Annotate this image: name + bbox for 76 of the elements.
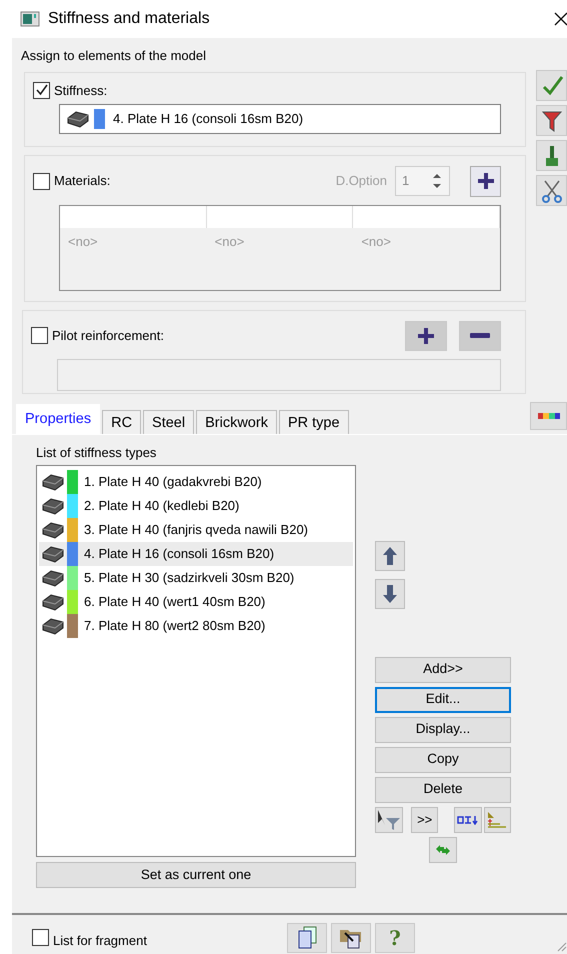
tab[interactable]: Steel: [143, 410, 194, 434]
close-icon[interactable]: [553, 11, 567, 27]
copy-button[interactable]: [286, 922, 327, 952]
stiffness-label: Stiffness:: [54, 82, 108, 100]
resize-grip-icon: [555, 940, 567, 952]
plate-icon: [41, 472, 65, 492]
up-arrow-icon: [382, 546, 398, 566]
plus-icon: [476, 171, 496, 191]
table-cell: <no>: [214, 234, 244, 248]
materials-label: Materials:: [54, 172, 110, 190]
documents-icon: [296, 926, 318, 950]
action-button[interactable]: Copy: [375, 746, 511, 772]
column-arrow-icon: [456, 814, 479, 824]
stiffness-field[interactable]: 4. Plate H 16 (consoli 16sm B20): [59, 104, 501, 134]
table-cell: <no>: [361, 234, 391, 248]
list-item[interactable]: 4. Plate H 16 (consoli 16sm B20): [39, 542, 353, 566]
table-tool-button[interactable]: [454, 806, 482, 832]
list-item[interactable]: 7. Plate H 80 (wert2 80sm B20): [39, 614, 353, 638]
table-cell: <no>: [68, 234, 98, 248]
plate-icon: [41, 544, 65, 564]
add-button[interactable]: [470, 166, 501, 196]
checkbox[interactable]: [33, 172, 50, 190]
tab[interactable]: Properties: [16, 404, 100, 434]
select-filter-button[interactable]: [375, 806, 403, 832]
list-item[interactable]: 1. Plate H 40 (gadakvrebi B20): [39, 470, 353, 494]
plate-icon: [66, 109, 90, 129]
fragment-label: List for fragment: [53, 932, 147, 950]
plate-icon: [41, 616, 65, 636]
list-item[interactable]: 5. Plate H 30 (sadzirkveli 30sm B20): [39, 566, 353, 590]
add-button[interactable]: [405, 320, 447, 350]
plate-icon: [41, 568, 65, 588]
import-button[interactable]: [330, 922, 371, 952]
list-title: List of stiffness types: [36, 444, 156, 462]
action-button[interactable]: Edit...: [375, 686, 511, 712]
action-button[interactable]: Add>>: [375, 656, 511, 682]
more-button[interactable]: >>: [411, 806, 438, 832]
checkbox[interactable]: [31, 327, 48, 344]
scissors-icon: [540, 178, 562, 202]
checkbox[interactable]: [32, 929, 49, 946]
steps-chart-button[interactable]: [484, 806, 511, 832]
plate-icon: [41, 520, 65, 540]
scissors-button[interactable]: [536, 175, 567, 206]
plate-icon: [41, 592, 65, 612]
help-button[interactable]: ?: [374, 922, 415, 952]
move-down-button[interactable]: [375, 578, 405, 608]
window-icon: [20, 11, 40, 27]
move-up-button[interactable]: [375, 540, 405, 570]
filter-icon: [540, 108, 562, 132]
remove-button[interactable]: [459, 320, 501, 350]
filter-button[interactable]: [536, 105, 567, 136]
list-item[interactable]: 6. Plate H 40 (wert1 40sm B20): [39, 590, 353, 614]
pilot-label: Pilot reinforcement:: [52, 326, 164, 345]
action-button[interactable]: Delete: [375, 776, 511, 802]
swap-button[interactable]: [429, 836, 457, 862]
brush-button[interactable]: [536, 140, 567, 171]
action-button[interactable]: Display...: [375, 716, 511, 742]
steps-icon: [486, 810, 508, 830]
plus-icon: [416, 326, 436, 346]
window-title: Stiffness and materials: [48, 9, 210, 29]
color-bar-icon: [538, 412, 560, 418]
down-arrow-icon: [382, 584, 398, 604]
plate-icon: [41, 496, 65, 516]
tab[interactable]: RC: [102, 410, 142, 434]
list-item[interactable]: 2. Plate H 40 (kedlebi B20): [39, 494, 353, 518]
minus-icon: [469, 332, 491, 340]
color-bar-button[interactable]: [530, 402, 567, 430]
tab[interactable]: PR type: [278, 410, 349, 434]
set-current-button[interactable]: Set as current one: [36, 862, 356, 888]
field-value: 4. Plate H 16 (consoli 16sm B20): [113, 110, 304, 128]
cursor-filter-icon: [376, 808, 402, 830]
checkbox[interactable]: [33, 82, 50, 99]
option-label: D.Option: [336, 172, 387, 190]
list-item[interactable]: 3. Plate H 40 (fanjris qveda nawili B20): [39, 518, 353, 542]
apply-button[interactable]: [536, 70, 567, 101]
tab[interactable]: Brickwork: [196, 410, 277, 434]
section-label: Assign to elements of the model: [20, 47, 206, 65]
